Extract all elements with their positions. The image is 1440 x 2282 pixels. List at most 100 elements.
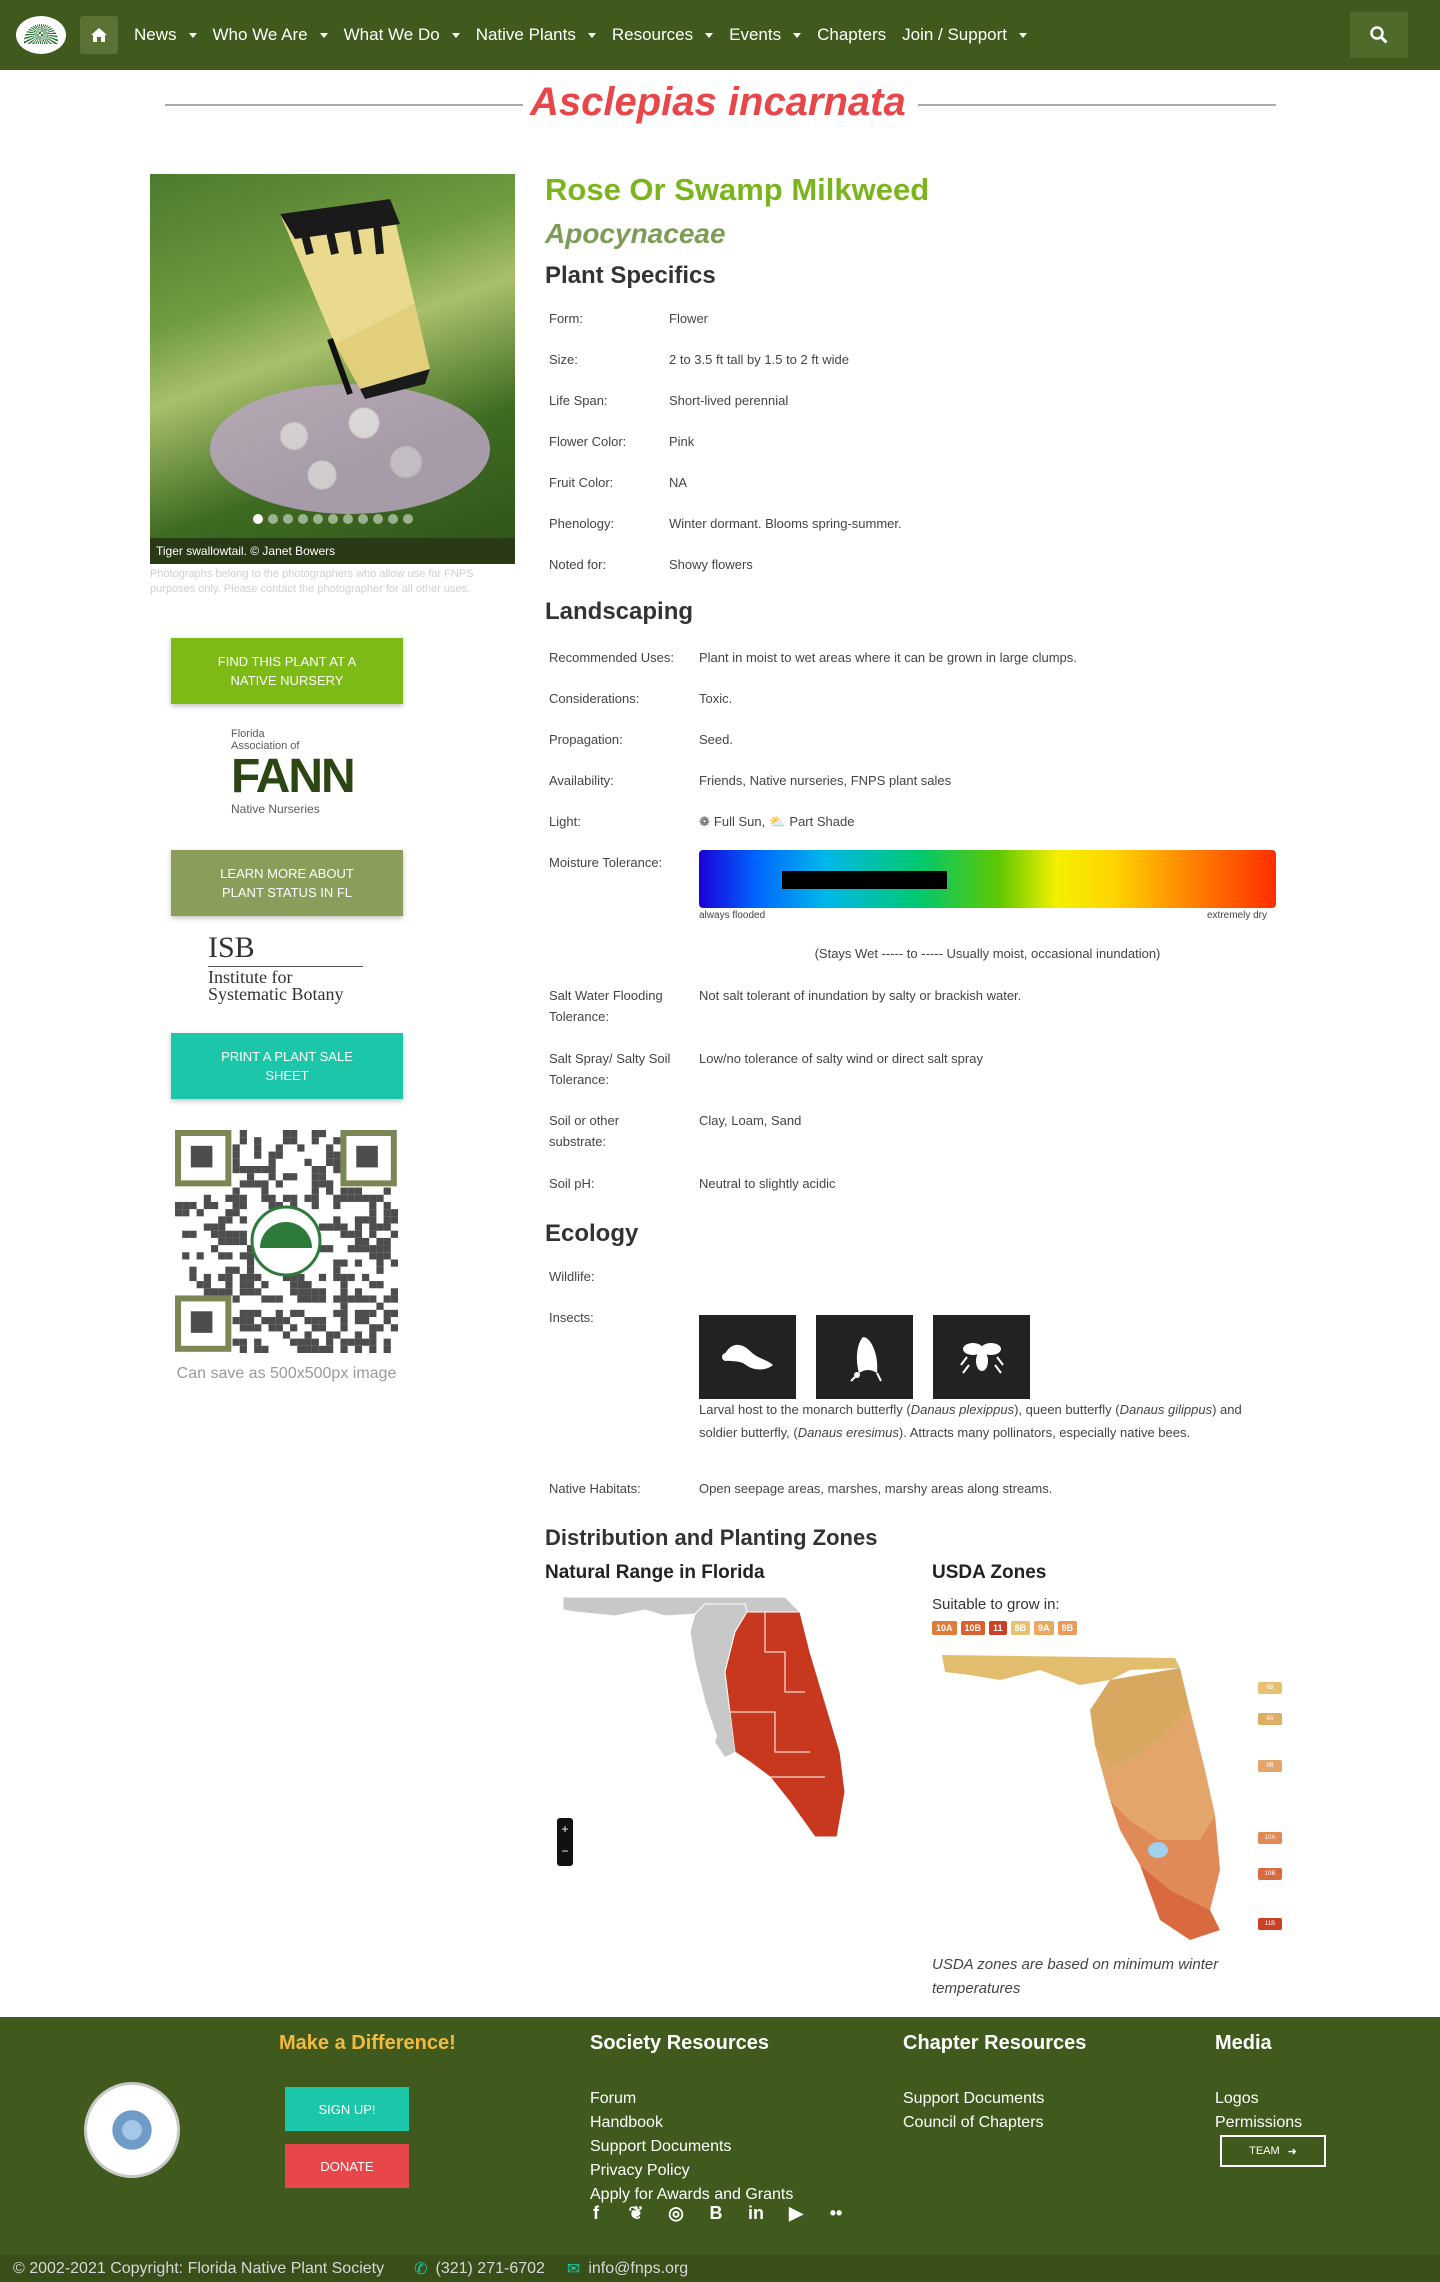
wildlife-label: Wildlife: (549, 1269, 595, 1284)
qr-module (232, 1151, 240, 1159)
qr-module (239, 1252, 247, 1260)
qr-module (203, 1288, 211, 1296)
youtube-icon[interactable]: ▶ (783, 2202, 809, 2224)
plant-status-button[interactable]: LEARN MORE ABOUT PLANT STATUS IN FL (171, 850, 403, 916)
carousel-dot[interactable] (297, 514, 308, 524)
photo-caption: Tiger swallowtail. © Janet Bowers (150, 538, 515, 564)
qr-module (326, 1345, 334, 1353)
plant-photo-carousel[interactable]: Tiger swallowtail. © Janet Bowers (150, 174, 515, 564)
chapter-resources-heading: Chapter Resources (903, 2032, 1087, 2054)
print-sale-sheet-button[interactable]: PRINT A PLANT SALE SHEET (171, 1033, 403, 1099)
scientific-name-title: Asclepias incarnata (530, 80, 906, 124)
qr-module (362, 1309, 370, 1318)
nav-item-resources[interactable]: Resources (604, 25, 721, 45)
team-button[interactable]: TEAM ➜ (1220, 2135, 1326, 2167)
nav-item-what-we-do[interactable]: What We Do (336, 25, 468, 45)
spec-label: Size: (549, 352, 578, 367)
media-heading: Media (1215, 2032, 1272, 2054)
flickr-icon[interactable]: •• (823, 2202, 849, 2224)
carousel-dot[interactable] (252, 514, 263, 524)
qr-module (390, 1309, 398, 1318)
carousel-dot[interactable] (312, 514, 323, 524)
phone-link[interactable]: ✆ (321) 271-6702 (414, 2259, 545, 2279)
footer-link[interactable]: Support Documents (903, 2090, 1044, 2108)
map-zoom-control[interactable]: + − (557, 1818, 573, 1866)
spec-value: 2 to 3.5 ft tall by 1.5 to 2 ft wide (669, 352, 849, 367)
qr-module (326, 1245, 334, 1253)
zone-tag: 9A (1034, 1621, 1054, 1635)
qr-module (282, 1137, 291, 1145)
carousel-dot[interactable] (267, 514, 278, 524)
nav-item-native-plants[interactable]: Native Plants (468, 25, 604, 45)
nav-item-label: What We Do (343, 25, 440, 44)
isb-logo[interactable]: ISB Institute for Systematic Botany (208, 932, 368, 1012)
qr-module (340, 1187, 348, 1195)
email-link[interactable]: ✉ info@fnps.org (567, 2259, 688, 2279)
footer-link[interactable]: Permissions (1215, 2114, 1302, 2132)
natural-range-heading: Natural Range in Florida (545, 1562, 765, 1583)
donate-button[interactable]: DONATE (285, 2144, 409, 2188)
qr-module (304, 1288, 312, 1296)
twitter-icon[interactable]: ❦ (623, 2202, 649, 2224)
facebook-icon[interactable]: f (583, 2202, 609, 2224)
nav-item-news[interactable]: News (126, 25, 205, 45)
qr-module (340, 1338, 348, 1346)
carousel-dot[interactable] (342, 514, 353, 524)
phone-icon: ✆ (414, 2260, 428, 2278)
nav-item-chapters[interactable]: Chapters (809, 25, 894, 45)
qr-module (232, 1158, 240, 1166)
zone-tag: 8B (1010, 1621, 1031, 1635)
qr-module (333, 1216, 341, 1224)
qr-module (268, 1324, 276, 1332)
blogger-icon[interactable]: B (703, 2202, 729, 2224)
qr-module (254, 1151, 262, 1159)
chevron-down-icon (587, 32, 596, 38)
qr-module (376, 1252, 384, 1260)
qr-module (275, 1309, 283, 1318)
qr-module (254, 1144, 262, 1152)
soldier-species: Danaus eresimus (797, 1425, 899, 1440)
qr-module (354, 1259, 363, 1267)
fnps-logo[interactable] (16, 16, 66, 54)
signup-button[interactable]: SIGN UP! (285, 2087, 409, 2131)
footer-link[interactable]: Privacy Policy (590, 2162, 690, 2180)
qr-code[interactable] (175, 1130, 398, 1353)
carousel-dot[interactable] (402, 514, 413, 524)
footer-link[interactable]: Handbook (590, 2114, 663, 2132)
qr-module (282, 1173, 291, 1181)
spec-value: NA (669, 475, 688, 490)
nav-item-who-we-are[interactable]: Who We Are (205, 25, 336, 45)
landscaping-heading: Landscaping (545, 598, 694, 625)
top-navbar: News Who We Are What We Do Native Plants Res… (0, 0, 1440, 70)
nav-item-events[interactable]: Events (721, 25, 809, 45)
society-resources-heading: Society Resources (590, 2032, 769, 2054)
find-nursery-button[interactable]: FIND THIS PLANT AT A NATIVE NURSERY (171, 638, 403, 704)
footer-link[interactable]: Support Documents (590, 2138, 731, 2156)
carousel-dot[interactable] (357, 514, 368, 524)
home-button[interactable] (80, 16, 118, 54)
carousel-dot[interactable] (282, 514, 293, 524)
qr-module (304, 1194, 312, 1202)
qr-module (383, 1309, 391, 1318)
qr-module (369, 1324, 377, 1332)
carousel-dot[interactable] (327, 514, 338, 524)
linkedin-icon[interactable]: in (743, 2202, 769, 2224)
moisture-tolerance-bar (699, 850, 1276, 908)
nav-item-join-support[interactable]: Join / Support (894, 25, 1035, 45)
fann-logo[interactable]: Florida Association of FANN Native Nurse… (231, 728, 356, 826)
qr-module (311, 1187, 319, 1195)
search-button[interactable] (1350, 12, 1408, 58)
carousel-dot[interactable] (387, 514, 398, 524)
qr-module (369, 1252, 377, 1260)
footer-link[interactable]: Forum (590, 2090, 636, 2108)
qr-module (354, 1309, 363, 1318)
carousel-dot[interactable] (372, 514, 383, 524)
recommended-uses-value: Plant in moist to wet areas where it can… (699, 650, 1077, 665)
instagram-icon[interactable]: ◎ (663, 2202, 689, 2224)
qr-module (376, 1259, 384, 1267)
florida-range-map[interactable] (555, 1592, 885, 1842)
guidestar-badge[interactable] (84, 2082, 180, 2178)
footer-link[interactable]: Logos (1215, 2090, 1259, 2108)
footer-link[interactable]: Council of Chapters (903, 2114, 1044, 2132)
spec-value: Short-lived perennial (669, 393, 789, 408)
